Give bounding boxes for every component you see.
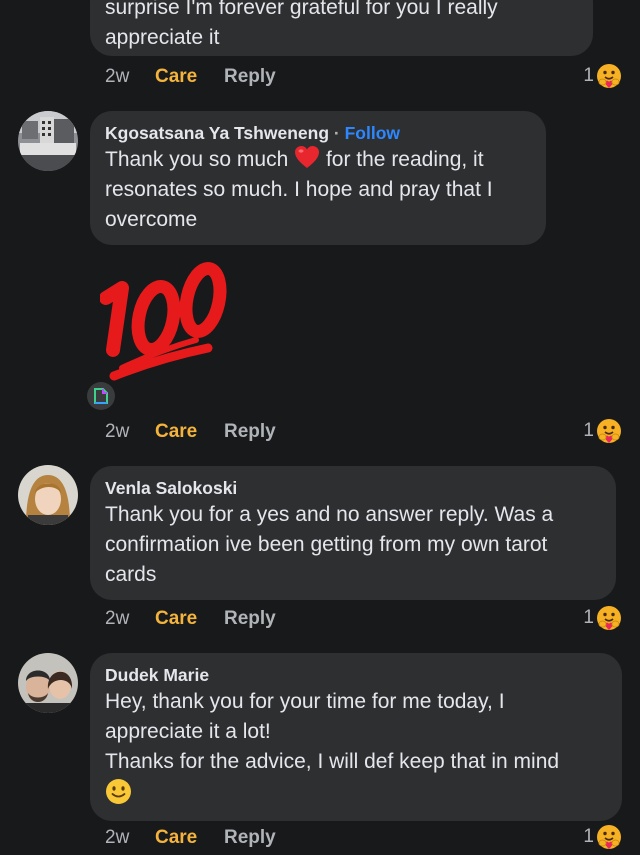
reaction-count: 1 <box>583 826 594 847</box>
comment-text: Hey, thank you for your time for me toda… <box>105 690 560 773</box>
comment-author-line: Kgosatsana Ya Tshweneng · Follow <box>105 121 530 145</box>
care-reaction-icon <box>596 63 622 89</box>
care-button[interactable]: Care <box>155 420 197 444</box>
reply-button[interactable]: Reply <box>224 607 276 631</box>
comment-time: 2w <box>105 608 130 629</box>
avatar[interactable] <box>18 111 78 171</box>
comment-text-start: Thank you so much <box>105 148 289 171</box>
comment-time: 2w <box>105 827 130 848</box>
separator-dot: · <box>333 123 340 143</box>
care-reaction-icon <box>596 605 622 631</box>
comment-text: Thank you for a yes and no answer reply.… <box>105 503 554 586</box>
reaction-summary[interactable]: 1 <box>583 63 622 89</box>
reply-button[interactable]: Reply <box>224 65 276 89</box>
reply-button[interactable]: Reply <box>224 826 276 850</box>
reaction-summary[interactable]: 1 <box>583 605 622 631</box>
author-name[interactable]: Dudek Marie <box>105 663 606 687</box>
avatar[interactable] <box>18 653 78 713</box>
comment-bubble: Dudek Marie Hey, thank you for your time… <box>90 653 622 821</box>
comment-bubble: surprise I'm forever grateful for you I … <box>90 0 593 56</box>
reaction-summary[interactable]: 1 <box>583 418 622 444</box>
comment-time: 2w <box>105 421 130 442</box>
care-button[interactable]: Care <box>155 826 197 850</box>
follow-button[interactable]: Follow <box>345 123 400 143</box>
comment-time: 2w <box>105 66 130 87</box>
sticker-source-icon[interactable] <box>87 382 115 410</box>
author-name[interactable]: Kgosatsana Ya Tshweneng <box>105 123 329 143</box>
comment-emoji-line <box>105 777 606 807</box>
care-button[interactable]: Care <box>155 607 197 631</box>
reaction-count: 1 <box>583 420 594 441</box>
comment-text: surprise I'm forever grateful for you I … <box>105 0 498 49</box>
red-heart-icon <box>295 146 320 168</box>
care-reaction-icon <box>596 824 622 850</box>
reaction-count: 1 <box>583 607 594 628</box>
reaction-summary[interactable]: 1 <box>583 824 622 850</box>
care-button[interactable]: Care <box>155 65 197 89</box>
slightly-smiling-face-icon <box>106 779 131 804</box>
comment-bubble: Venla Salokoski Thank you for a yes and … <box>90 466 616 600</box>
reply-button[interactable]: Reply <box>224 420 276 444</box>
avatar[interactable] <box>18 465 78 525</box>
reaction-count: 1 <box>583 65 594 86</box>
care-reaction-icon <box>596 418 622 444</box>
hundred-points-sticker <box>99 250 235 385</box>
author-name[interactable]: Venla Salokoski <box>105 476 600 500</box>
comment-bubble: Kgosatsana Ya Tshweneng · Follow Thank y… <box>90 111 546 245</box>
comment-text: Thank you so much for the reading, it re… <box>105 145 530 235</box>
